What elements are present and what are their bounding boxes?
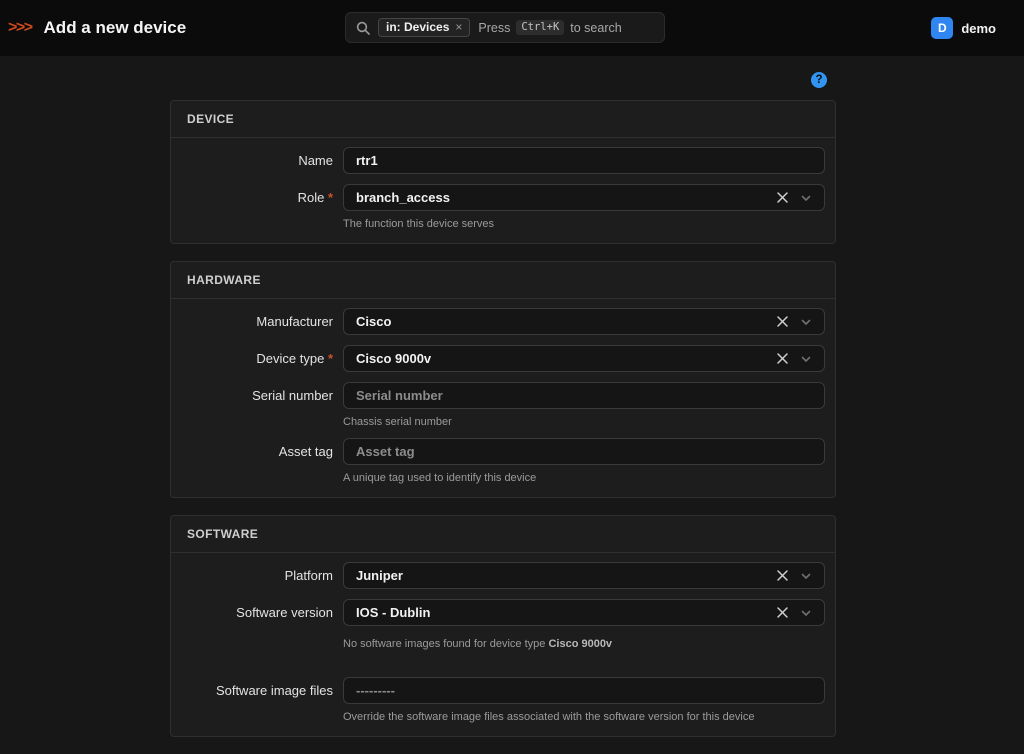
field-label-platform: Platform (181, 562, 343, 589)
avatar[interactable]: D (931, 17, 953, 39)
chip-remove-icon[interactable]: × (455, 20, 462, 34)
search-filter-chip-label: in: Devices (386, 20, 449, 34)
form-row-device-type: Device type * Cisco 9000v (181, 345, 825, 372)
chevron-down-icon[interactable] (800, 607, 812, 619)
field-control-software-version: IOS - Dublin No software images found for… (343, 599, 825, 650)
device-type-selected-value: Cisco 9000v (356, 351, 431, 366)
field-label-asset-tag: Asset tag (181, 438, 343, 484)
asset-tag-input[interactable] (343, 438, 825, 465)
field-label-device-type: Device type * (181, 345, 343, 372)
chevron-down-icon[interactable] (800, 353, 812, 365)
clear-icon[interactable] (776, 315, 789, 328)
required-asterisk: * (324, 351, 333, 366)
form-row-asset-tag: Asset tagA unique tag used to identify t… (181, 438, 825, 484)
section-title: HARDWARE (187, 273, 261, 287)
field-helper-role: The function this device serves (343, 218, 825, 230)
search-hint: Press Ctrl+K to search (478, 20, 621, 35)
section-hardware: HARDWARE Manufacturer Cisco Device type * Ci… (170, 261, 836, 498)
search-icon (356, 21, 370, 35)
section-header: DEVICE (171, 101, 835, 138)
global-search-input[interactable]: in: Devices × Press Ctrl+K to search (345, 12, 665, 43)
software-version-selected-value: IOS - Dublin (356, 605, 430, 620)
field-control-serial-number: Chassis serial number (343, 382, 825, 428)
section-body: Manufacturer Cisco Device type * Cisco 9000… (171, 299, 835, 497)
field-control-manufacturer: Cisco (343, 308, 825, 335)
top-bar: >>> Add a new device in: Devices × Press… (0, 0, 1024, 56)
form-row-software-image-files: Software image filesOverride the softwar… (181, 677, 825, 723)
helper-bold-text: Cisco 9000v (548, 638, 612, 650)
section-body: PlatformJuniperSoftware versionIOS - Dub… (171, 553, 835, 736)
field-control-platform: Juniper (343, 562, 825, 589)
select-action-icons (776, 569, 812, 582)
field-label-software-version: Software version (181, 599, 343, 650)
software-version-select[interactable]: IOS - Dublin (343, 599, 825, 626)
platform-select[interactable]: Juniper (343, 562, 825, 589)
chevron-down-icon[interactable] (800, 570, 812, 582)
chevron-down-icon[interactable] (800, 192, 812, 204)
software-image-files-input[interactable] (343, 677, 825, 704)
section-device: DEVICE Name Role * branch_access The functio… (170, 100, 836, 244)
form-row-manufacturer: Manufacturer Cisco (181, 308, 825, 335)
platform-selected-value: Juniper (356, 568, 403, 583)
form-row-software-version: Software version IOS - Dublin No software … (181, 599, 825, 650)
select-action-icons (776, 315, 812, 328)
select-action-icons (776, 606, 812, 619)
form-row-serial-number: Serial numberChassis serial number (181, 382, 825, 428)
select-action-icons (776, 191, 812, 204)
field-label-serial-number: Serial number (181, 382, 343, 428)
form-row-platform: Platform Juniper (181, 562, 825, 589)
section-header: HARDWARE (171, 262, 835, 299)
clear-icon[interactable] (776, 569, 789, 582)
device-type-select[interactable]: Cisco 9000v (343, 345, 825, 372)
field-control-device-type: Cisco 9000v (343, 345, 825, 372)
field-control-name (343, 147, 825, 174)
field-helper-asset-tag: A unique tag used to identify this devic… (343, 472, 825, 484)
field-label-name: Name (181, 147, 343, 174)
required-asterisk: * (324, 190, 333, 205)
brand-logo[interactable]: >>> (6, 19, 34, 37)
section-title: SOFTWARE (187, 527, 258, 541)
field-control-software-image-files: Override the software image files associ… (343, 677, 825, 723)
search-hint-suffix: to search (570, 21, 621, 35)
section-software: SOFTWAREPlatformJuniperSoftware versionI… (170, 515, 836, 737)
form-row-role: Role * branch_access The function this dev… (181, 184, 825, 230)
role-select[interactable]: branch_access (343, 184, 825, 211)
field-control-asset-tag: A unique tag used to identify this devic… (343, 438, 825, 484)
manufacturer-selected-value: Cisco (356, 314, 391, 329)
search-hint-prefix: Press (478, 21, 510, 35)
chevron-down-icon[interactable] (800, 316, 812, 328)
search-filter-chip[interactable]: in: Devices × (378, 18, 470, 37)
username-label: demo (961, 21, 996, 36)
role-selected-value: branch_access (356, 190, 450, 205)
user-menu[interactable]: D demo (931, 0, 996, 56)
section-header: SOFTWARE (171, 516, 835, 553)
page-title: Add a new device (44, 18, 187, 38)
field-helper-software-image-files: Override the software image files associ… (343, 711, 825, 723)
section-title: DEVICE (187, 112, 234, 126)
field-label-role: Role * (181, 184, 343, 230)
name-input[interactable] (343, 147, 825, 174)
field-helper-serial-number: Chassis serial number (343, 416, 825, 428)
field-control-role: branch_access The function this device se… (343, 184, 825, 230)
help-icon[interactable]: ? (811, 72, 827, 88)
help-row: ? (170, 72, 836, 88)
field-label-software-image-files: Software image files (181, 677, 343, 723)
form-row-name: Name (181, 147, 825, 174)
field-label-manufacturer: Manufacturer (181, 308, 343, 335)
clear-icon[interactable] (776, 352, 789, 365)
manufacturer-select[interactable]: Cisco (343, 308, 825, 335)
section-body: Name Role * branch_access The function this… (171, 138, 835, 243)
form-area: ? DEVICE Name Role * branch_access The funct… (170, 56, 836, 737)
clear-icon[interactable] (776, 191, 789, 204)
field-helper-software-version: No software images found for device type… (343, 638, 825, 650)
serial-number-input[interactable] (343, 382, 825, 409)
keyboard-shortcut-badge: Ctrl+K (516, 20, 564, 35)
clear-icon[interactable] (776, 606, 789, 619)
select-action-icons (776, 352, 812, 365)
